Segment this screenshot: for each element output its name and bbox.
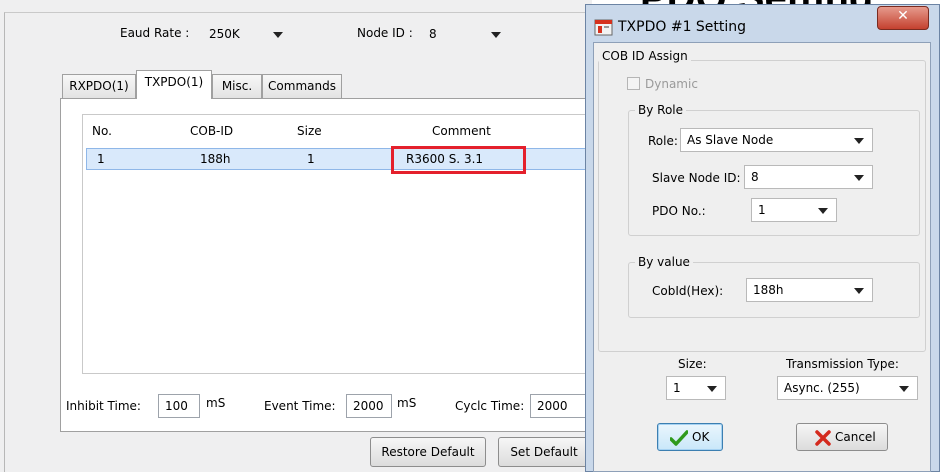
pdo-no-value: 1 xyxy=(758,203,766,217)
inhibit-time-input[interactable]: 100 xyxy=(158,394,200,418)
cycle-time-label: Cyclc Time: xyxy=(455,399,525,413)
chevron-down-icon xyxy=(854,288,864,294)
chevron-down-icon xyxy=(707,386,717,392)
cancel-label: Cancel xyxy=(835,430,876,444)
transmission-type-value: Async. (255) xyxy=(784,381,860,395)
dynamic-label: Dynamic xyxy=(645,77,698,91)
cob-id-assign-label: COB ID Assign xyxy=(599,49,691,63)
size-value: 1 xyxy=(673,381,681,395)
column-header-comment[interactable]: Comment xyxy=(432,124,491,138)
role-value: As Slave Node xyxy=(687,133,774,147)
chevron-down-icon xyxy=(491,32,501,38)
by-role-label: By Role xyxy=(635,103,687,117)
cycle-time-value: 2000 xyxy=(537,399,568,413)
column-header-no[interactable]: No. xyxy=(92,124,112,138)
chevron-down-icon xyxy=(899,386,909,392)
tab-label: TXPDO(1) xyxy=(144,75,204,89)
event-time-input[interactable]: 2000 xyxy=(346,394,392,418)
app-icon xyxy=(594,19,613,36)
tab-misc[interactable]: Misc. xyxy=(212,74,262,98)
baud-rate-select[interactable]: 250K xyxy=(202,22,292,46)
close-button[interactable]: ✕ xyxy=(877,6,929,30)
inhibit-time-unit: mS xyxy=(206,396,226,410)
dialog-title: TXPDO #1 Setting xyxy=(618,19,747,35)
transmission-type-label: Transmission Type: xyxy=(786,357,899,371)
size-label: Size: xyxy=(678,357,707,371)
dynamic-checkbox[interactable] xyxy=(627,77,640,90)
chevron-down-icon xyxy=(818,208,828,214)
tab-label: RXPDO(1) xyxy=(69,79,129,93)
slave-node-id-select[interactable]: 8 xyxy=(744,165,873,189)
tab-label: Commands xyxy=(268,79,336,93)
ok-label: OK xyxy=(692,430,710,444)
highlight-annotation-box xyxy=(391,146,526,174)
tab-txpdo[interactable]: TXPDO(1) xyxy=(136,70,212,99)
chevron-down-icon xyxy=(273,32,283,38)
event-time-label: Event Time: xyxy=(264,399,336,413)
pdo-no-label: PDO No.: xyxy=(652,204,706,218)
cycle-time-input[interactable]: 2000 xyxy=(530,394,590,418)
set-default-button[interactable]: Set Default xyxy=(498,437,590,467)
cell-size: 1 xyxy=(307,152,315,166)
cancel-button[interactable]: Cancel xyxy=(796,423,888,451)
transmission-type-select[interactable]: Async. (255) xyxy=(777,376,918,400)
baud-rate-value: 250K xyxy=(209,27,240,41)
cobid-hex-label: CobId(Hex): xyxy=(652,284,724,298)
restore-default-button[interactable]: Restore Default xyxy=(370,437,486,467)
restore-default-label: Restore Default xyxy=(381,445,475,459)
tab-rxpdo[interactable]: RXPDO(1) xyxy=(62,74,136,98)
node-id-value: 8 xyxy=(429,27,437,41)
cobid-hex-select[interactable]: 188h xyxy=(746,278,873,302)
inhibit-time-value: 100 xyxy=(165,399,188,413)
tab-commands[interactable]: Commands xyxy=(262,74,342,98)
role-label: Role: xyxy=(648,134,678,148)
set-default-label: Set Default xyxy=(510,445,578,459)
chevron-down-icon xyxy=(854,138,864,144)
column-header-size[interactable]: Size xyxy=(297,124,322,138)
ok-button[interactable]: OK xyxy=(657,423,723,451)
inhibit-time-label: Inhibit Time: xyxy=(66,399,141,413)
close-icon: ✕ xyxy=(897,8,909,24)
node-id-label: Node ID : xyxy=(357,26,413,40)
node-id-select[interactable]: 8 xyxy=(422,22,510,46)
cancel-x-icon xyxy=(815,430,831,446)
baud-rate-label: Eaud Rate : xyxy=(120,26,190,40)
cobid-hex-value: 188h xyxy=(753,283,784,297)
slave-node-id-value: 8 xyxy=(751,170,759,184)
size-select[interactable]: 1 xyxy=(666,376,726,400)
event-time-value: 2000 xyxy=(353,399,384,413)
event-time-unit: mS xyxy=(397,396,417,410)
tab-label: Misc. xyxy=(221,79,253,93)
by-value-label: By value xyxy=(635,255,693,269)
slave-node-id-label: Slave Node ID: xyxy=(652,171,741,185)
cell-no: 1 xyxy=(97,152,105,166)
checkmark-icon xyxy=(670,430,688,446)
chevron-down-icon xyxy=(854,175,864,181)
cell-cob-id: 188h xyxy=(200,152,231,166)
role-select[interactable]: As Slave Node xyxy=(680,128,873,152)
pdo-no-select[interactable]: 1 xyxy=(751,198,837,222)
column-header-cob-id[interactable]: COB-ID xyxy=(190,124,233,138)
